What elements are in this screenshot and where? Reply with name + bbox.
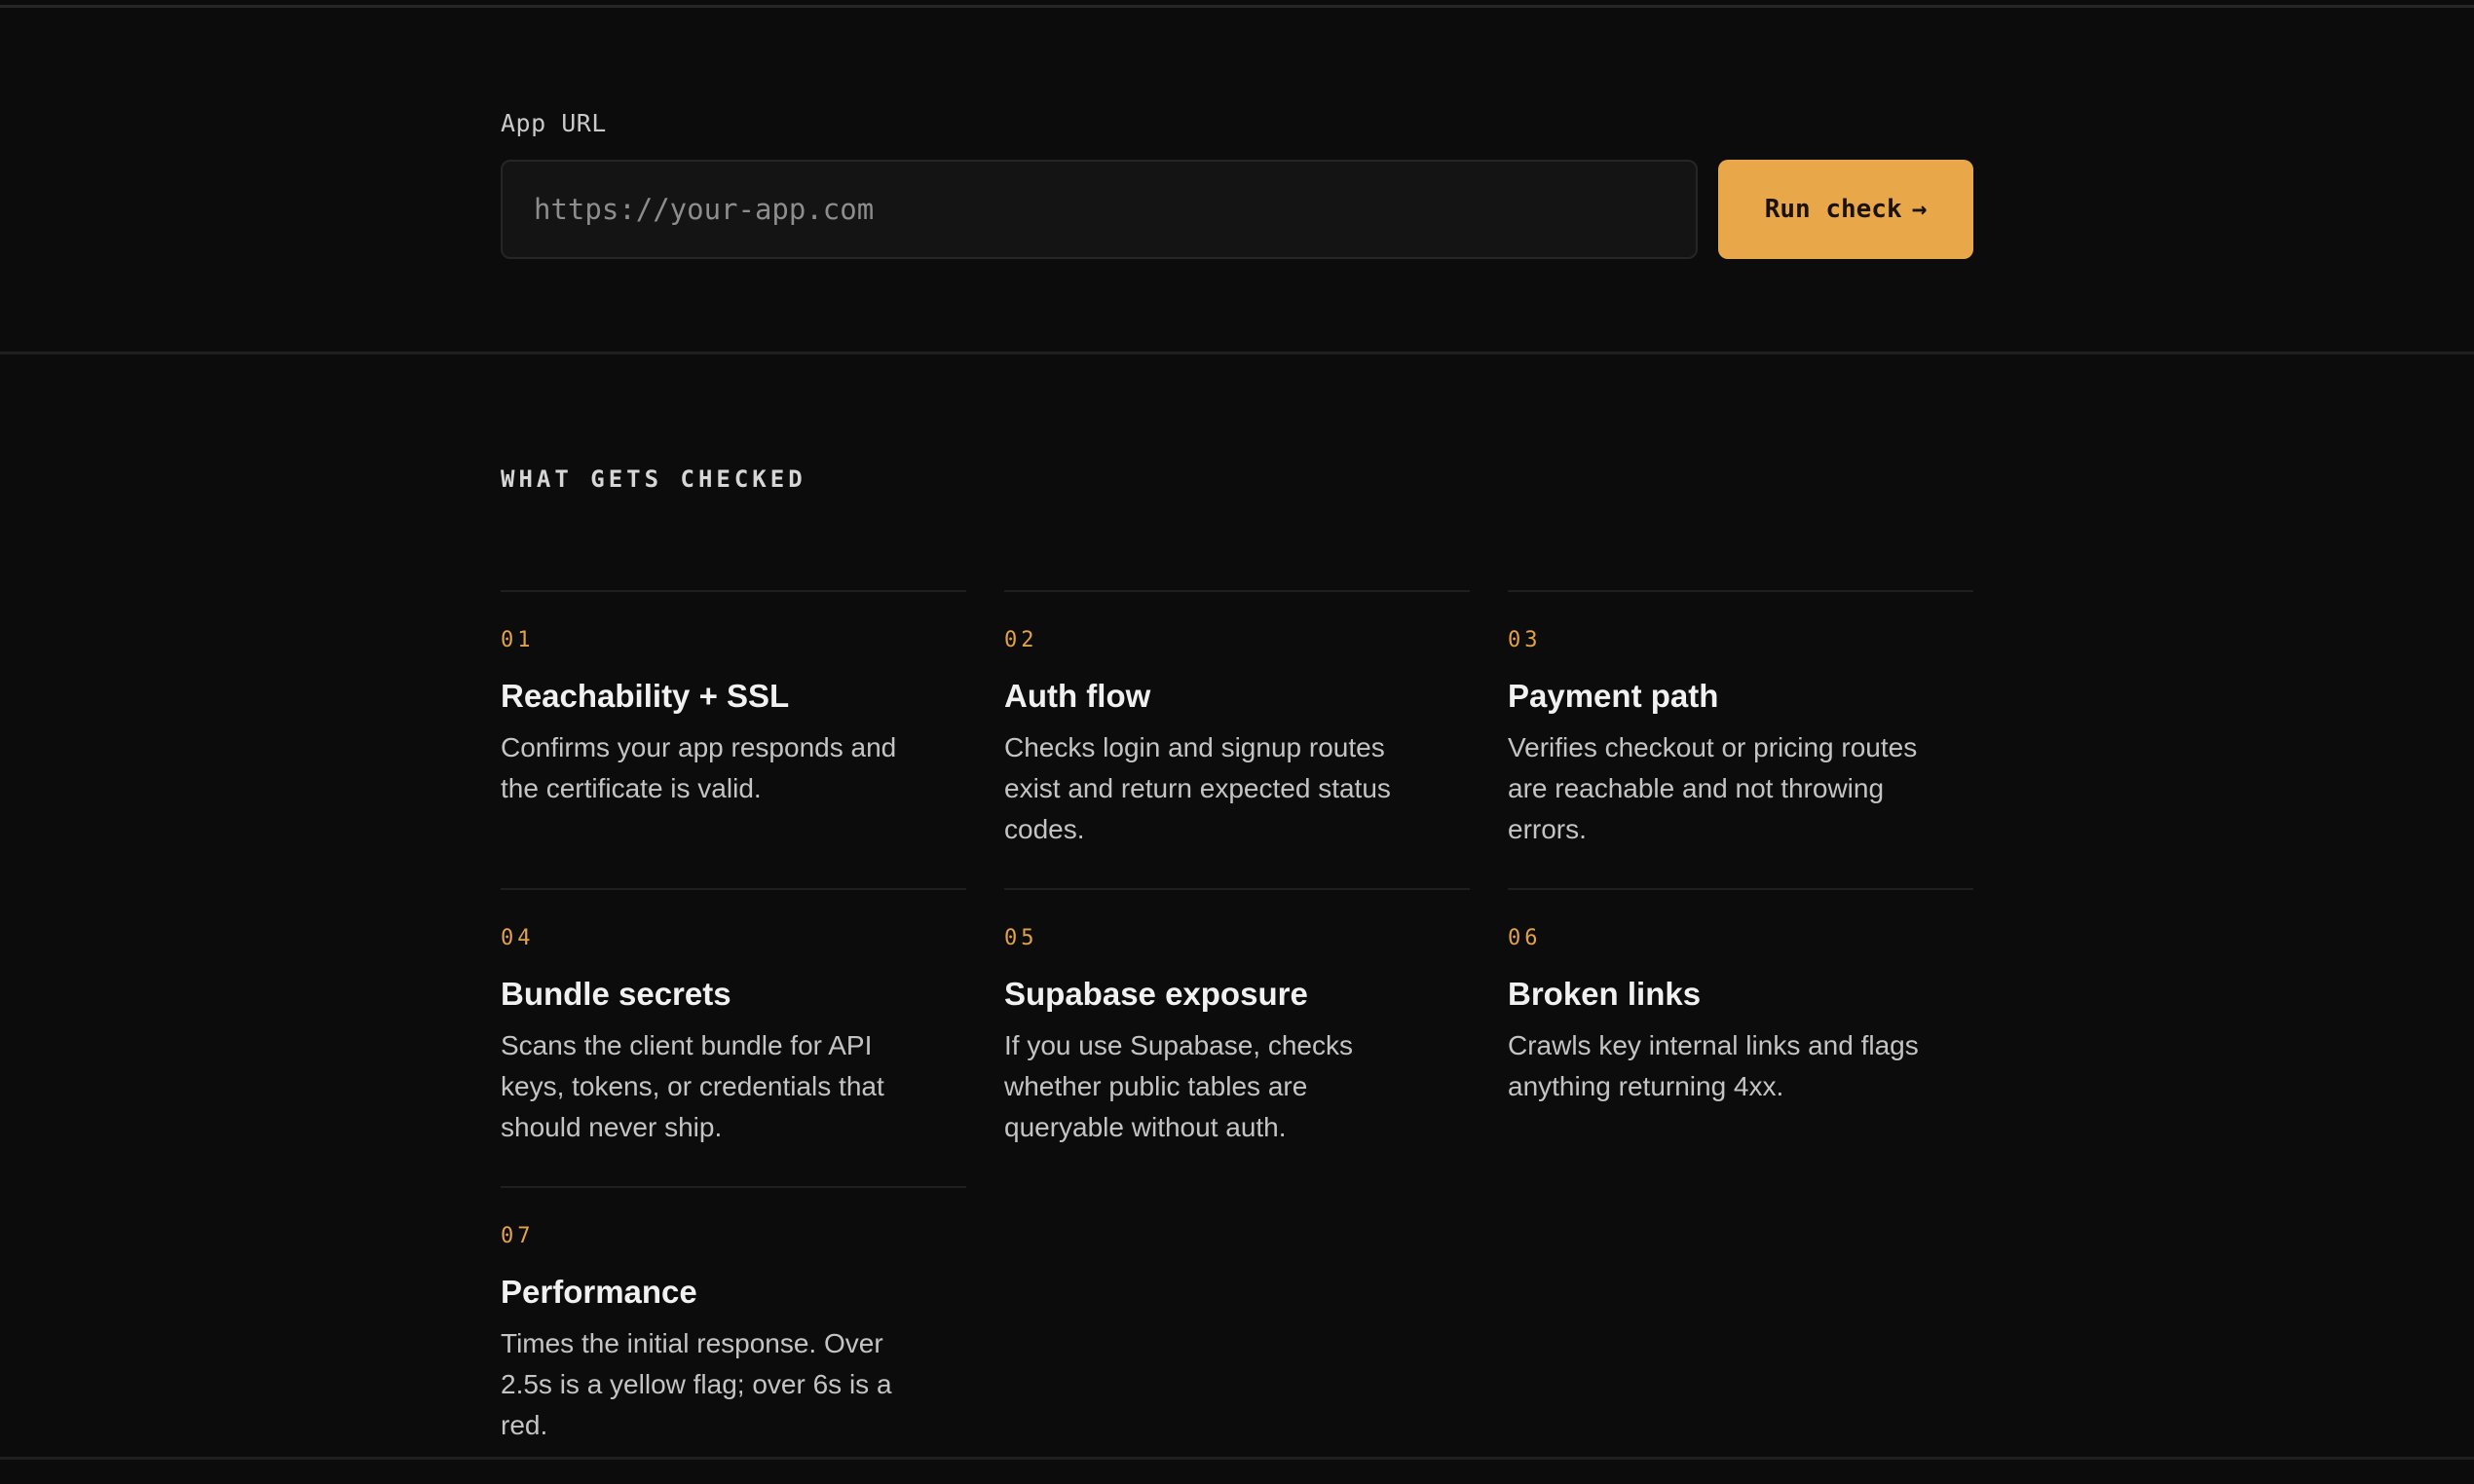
url-form: App URL Run check → bbox=[501, 107, 1973, 259]
check-number: 04 bbox=[501, 926, 535, 950]
check-title: Broken links bbox=[1508, 976, 1702, 1012]
run-check-button[interactable]: Run check → bbox=[1718, 160, 1973, 259]
app-url-input[interactable] bbox=[501, 160, 1698, 259]
bottom-divider bbox=[0, 1457, 2474, 1460]
url-label: App URL bbox=[501, 109, 607, 137]
check-title: Auth flow bbox=[1004, 678, 1151, 714]
check-title: Payment path bbox=[1508, 678, 1719, 714]
check-number: 05 bbox=[1004, 926, 1038, 950]
check-description: Checks login and signup routes exist and… bbox=[1004, 732, 1391, 844]
check-card-performance: 07 Performance Times the initial respons… bbox=[501, 1186, 966, 1484]
check-title: Bundle secrets bbox=[501, 976, 731, 1012]
check-description: Scans the client bundle for API keys, to… bbox=[501, 1030, 884, 1142]
top-divider bbox=[0, 5, 2474, 8]
check-number: 07 bbox=[501, 1224, 535, 1248]
checks-grid: 01 Reachability + SSL Confirms your app … bbox=[501, 590, 1973, 1484]
check-title: Supabase exposure bbox=[1004, 976, 1308, 1012]
check-description: Crawls key internal links and flags anyt… bbox=[1508, 1030, 1919, 1101]
check-card-supabase-exposure: 05 Supabase exposure If you use Supabase… bbox=[1004, 888, 1470, 1186]
check-number: 06 bbox=[1508, 926, 1542, 950]
section-divider bbox=[0, 352, 2474, 354]
check-card-bundle-secrets: 04 Bundle secrets Scans the client bundl… bbox=[501, 888, 966, 1186]
check-number: 02 bbox=[1004, 628, 1038, 652]
url-row: Run check → bbox=[501, 160, 1973, 259]
check-title: Performance bbox=[501, 1274, 697, 1310]
checks-section: WHAT GETS CHECKED 01 Reachability + SSL … bbox=[501, 460, 1973, 1484]
check-card-broken-links: 06 Broken links Crawls key internal link… bbox=[1508, 888, 1973, 1186]
section-heading: WHAT GETS CHECKED bbox=[501, 465, 806, 493]
run-check-label: Run check bbox=[1764, 195, 1902, 224]
check-description: Verifies checkout or pricing routes are … bbox=[1508, 732, 1918, 844]
check-description: Times the initial response. Over 2.5s is… bbox=[501, 1328, 892, 1440]
check-description: If you use Supabase, checks whether publ… bbox=[1004, 1030, 1353, 1142]
arrow-right-icon: → bbox=[1911, 195, 1928, 224]
check-number: 03 bbox=[1508, 628, 1542, 652]
check-number: 01 bbox=[501, 628, 535, 652]
check-title: Reachability + SSL bbox=[501, 678, 790, 714]
check-card-payment-path: 03 Payment path Verifies checkout or pri… bbox=[1508, 590, 1973, 888]
check-card-reachability: 01 Reachability + SSL Confirms your app … bbox=[501, 590, 966, 888]
check-description: Confirms your app responds and the certi… bbox=[501, 732, 897, 803]
check-card-auth-flow: 02 Auth flow Checks login and signup rou… bbox=[1004, 590, 1470, 888]
